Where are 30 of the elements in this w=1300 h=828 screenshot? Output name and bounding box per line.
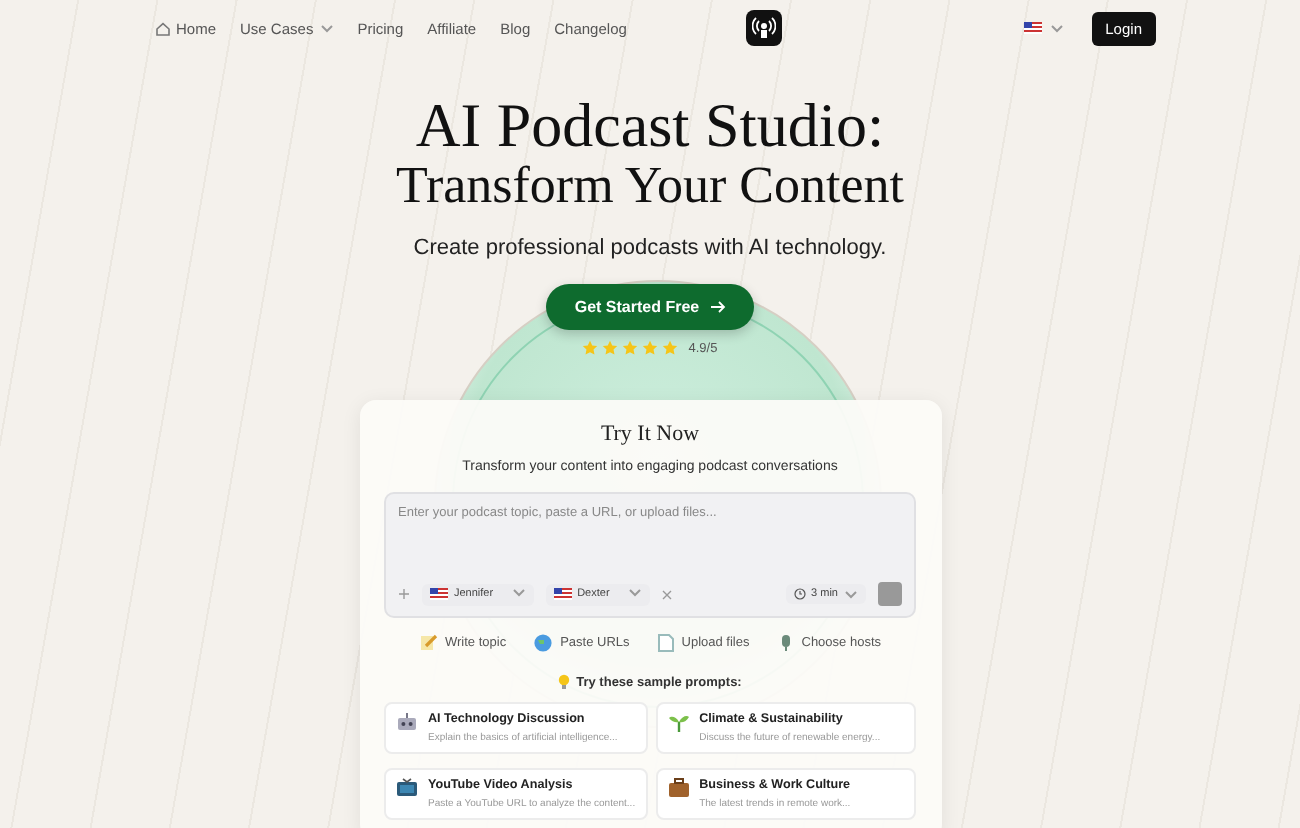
arrow-right-icon bbox=[709, 300, 726, 314]
sprout-icon bbox=[667, 712, 690, 732]
flag-icon bbox=[1023, 22, 1042, 34]
caret-icon bbox=[627, 587, 642, 597]
caret-icon bbox=[1049, 23, 1064, 33]
hero-title: Transform Your Content bbox=[395, 156, 905, 216]
file-icon bbox=[657, 634, 674, 652]
tv-icon bbox=[396, 778, 418, 798]
globe-icon bbox=[534, 634, 553, 652]
flag-icon bbox=[553, 588, 572, 600]
podcast-logo-icon[interactable] bbox=[746, 10, 783, 46]
microphone-icon bbox=[777, 634, 794, 652]
language-selector[interactable] bbox=[1023, 22, 1064, 34]
clock-icon bbox=[793, 588, 806, 600]
lightbulb-icon bbox=[558, 674, 571, 690]
hero-title: AI Podcast Studio: bbox=[413, 96, 887, 156]
get-started-button[interactable]: Get Started Free bbox=[546, 284, 754, 330]
chevron-icon bbox=[319, 23, 334, 33]
home-icon bbox=[156, 21, 170, 35]
flag-icon bbox=[430, 588, 448, 600]
caret-icon bbox=[844, 589, 858, 599]
hero-subtitle: Create professional podcasts with AI technology. bbox=[413, 236, 887, 260]
briefcase-icon bbox=[667, 778, 690, 798]
card-title: Try It Now bbox=[600, 422, 700, 446]
pencil-icon bbox=[419, 634, 437, 652]
add-icon[interactable] bbox=[398, 588, 410, 600]
send-button[interactable] bbox=[878, 582, 902, 606]
caret-icon bbox=[511, 587, 526, 597]
close-icon[interactable] bbox=[661, 589, 672, 599]
robot-icon bbox=[396, 712, 418, 732]
